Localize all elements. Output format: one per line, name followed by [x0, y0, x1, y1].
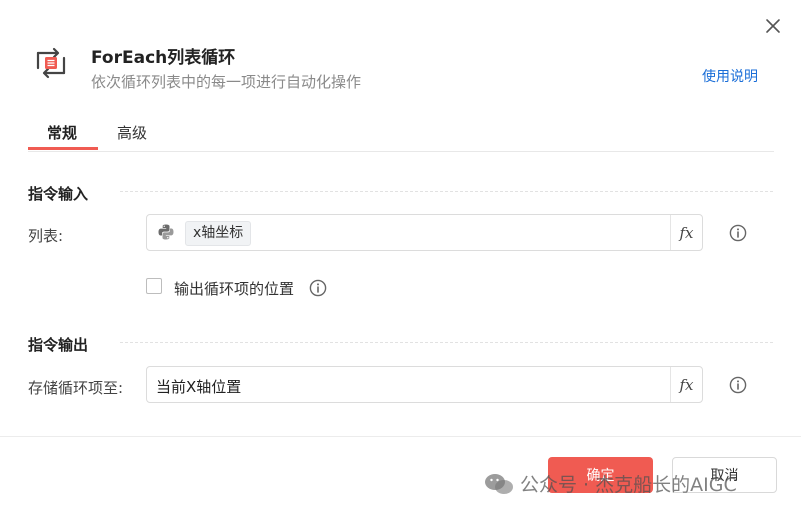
store-field-label: 存储循环项至:: [28, 379, 124, 397]
input-section-title: 指令输入: [28, 185, 89, 203]
list-field-label: 列表:: [28, 227, 64, 245]
store-variable-value: 当前X轴位置: [156, 378, 242, 396]
loop-list-icon: [32, 44, 70, 82]
fx-expression-button[interactable]: fx: [670, 215, 702, 250]
info-icon[interactable]: [729, 224, 747, 242]
store-variable-input[interactable]: 当前X轴位置 fx: [146, 366, 703, 403]
python-icon: [157, 223, 175, 241]
fx-expression-button[interactable]: fx: [670, 367, 702, 402]
dialog-subtitle: 依次循环列表中的每一项进行自动化操作: [91, 73, 362, 91]
tab-general[interactable]: 常规: [47, 122, 77, 143]
tab-bar: 常规 高级: [28, 112, 774, 152]
output-index-checkbox-label: 输出循环项的位置: [174, 280, 295, 298]
output-index-checkbox[interactable]: [146, 278, 162, 294]
info-icon[interactable]: [309, 279, 327, 297]
active-tab-indicator: [28, 147, 98, 150]
list-input[interactable]: x轴坐标 fx: [146, 214, 703, 251]
confirm-button[interactable]: 确定: [548, 457, 653, 493]
wechat-icon: [485, 473, 513, 494]
tab-advanced[interactable]: 高级: [117, 122, 147, 143]
foreach-dialog: ForEach列表循环 依次循环列表中的每一项进行自动化操作 使用说明 常规 高…: [0, 0, 801, 514]
output-section-title: 指令输出: [28, 336, 89, 354]
variable-chip[interactable]: x轴坐标: [185, 221, 252, 246]
close-icon[interactable]: [763, 16, 783, 36]
cancel-button[interactable]: 取消: [672, 457, 777, 493]
dialog-title: ForEach列表循环: [91, 48, 236, 68]
help-link[interactable]: 使用说明: [702, 66, 758, 86]
section-divider: [120, 342, 773, 343]
info-icon[interactable]: [729, 376, 747, 394]
footer-divider: [0, 436, 801, 437]
section-divider: [120, 191, 773, 192]
